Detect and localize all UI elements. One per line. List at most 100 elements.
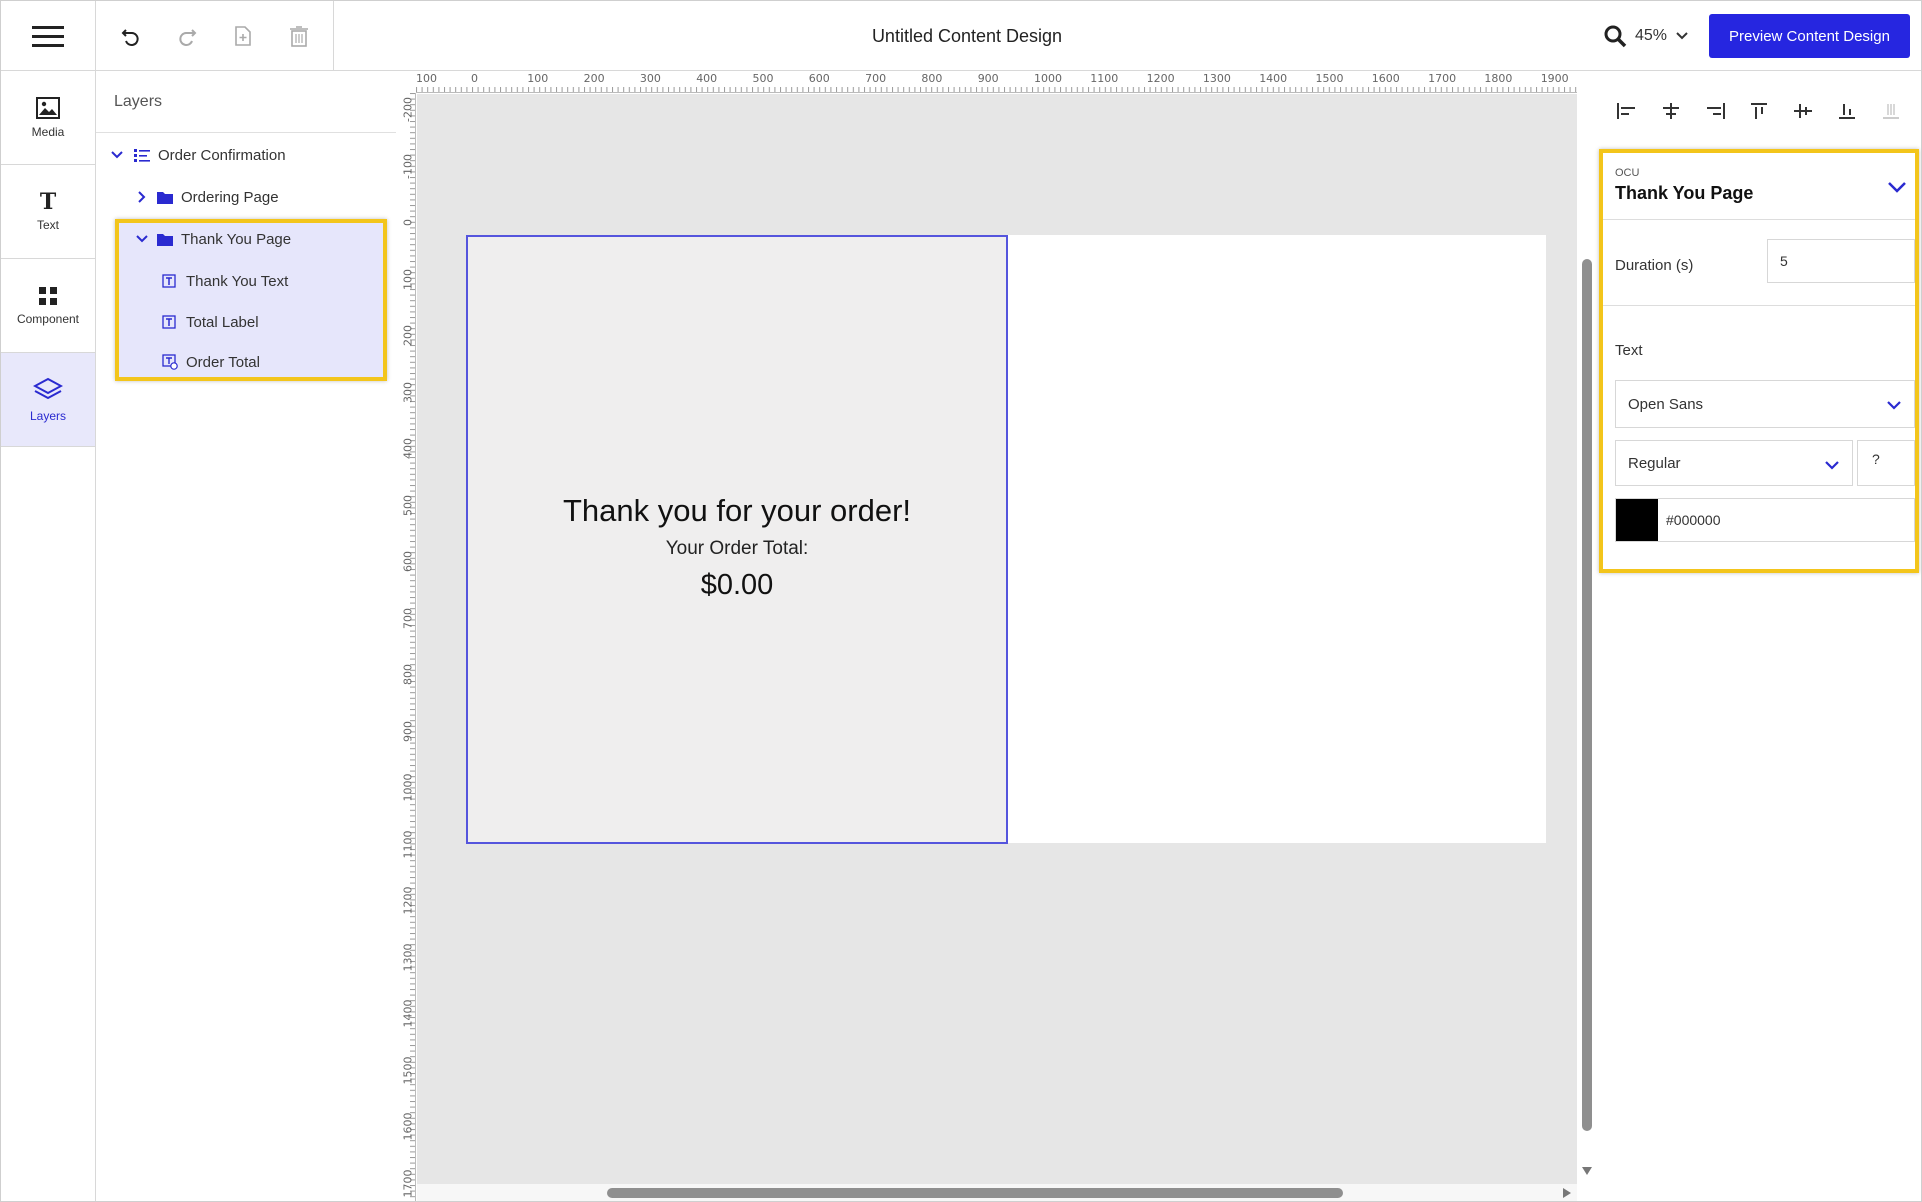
rail-item-layers[interactable]: Layers [1,353,95,447]
align-middle-vertical-icon[interactable] [1791,101,1815,121]
ruler-label: 200 [583,72,605,85]
layer-label: Thank You Text [186,272,289,290]
align-left-icon[interactable] [1615,101,1639,121]
align-bottom-icon[interactable] [1835,101,1859,121]
thank-you-page-frame[interactable]: Thank you for your order! Your Order Tot… [466,235,1008,844]
ruler-label: 1500 [401,1056,415,1084]
ruler-label: 1400 [401,999,415,1028]
layer-row-total-label[interactable]: Total Label [162,305,259,339]
rail-item-component[interactable]: Component [1,259,95,353]
scroll-down-arrow-icon[interactable] [1581,1165,1593,1177]
layer-label: Ordering Page [181,188,279,206]
preview-button[interactable]: Preview Content Design [1709,14,1910,58]
ruler-label: -100 [401,153,415,179]
image-icon [36,96,60,119]
layer-label: Total Label [186,313,259,331]
ruler-label: 1600 [1371,72,1400,85]
zoom-level: 45% [1635,27,1668,44]
chevron-down-icon [1825,461,1839,470]
ruler-label: 0 [401,219,415,226]
ruler-label: 500 [401,494,415,516]
chevron-right-icon [138,191,146,203]
folder-icon [157,191,173,204]
thank-you-text[interactable]: Thank you for your order! [468,493,1006,529]
order-total[interactable]: $0.00 [468,569,1006,602]
font-family-select[interactable]: Open Sans [1615,380,1915,428]
align-top-icon[interactable] [1747,101,1771,121]
layer-row-order-total[interactable]: Order Total [162,345,260,379]
scroll-right-arrow-icon[interactable] [1561,1187,1573,1199]
duration-input[interactable]: 5 [1767,239,1915,283]
duration-label: Duration (s) [1615,257,1694,274]
vertical-scroll-thumb[interactable] [1582,259,1592,1131]
ruler-label: 400 [696,72,718,85]
ruler-label: 300 [639,72,661,85]
layer-label: Order Confirmation [158,146,286,164]
layer-label: Order Total [186,353,260,371]
element-type-label: OCU [1615,167,1640,179]
layer-row-thank-you-text[interactable]: Thank You Text [162,264,288,298]
distribute-icon[interactable] [1879,101,1903,121]
ruler-label: 800 [401,664,415,685]
ruler-label: 1700 [1428,72,1457,85]
align-right-icon[interactable] [1703,101,1727,121]
ruler-label: 1000 [401,773,415,802]
duration-value: 5 [1780,253,1788,269]
main-menu-button[interactable] [1,1,96,71]
color-swatch[interactable] [1616,499,1658,541]
duplicate-button[interactable] [228,21,258,51]
horizontal-scroll-thumb[interactable] [607,1188,1343,1198]
text-layer-icon [162,315,176,329]
ruler-label: 100 [401,268,415,290]
vertical-ruler: -200 -100 0 100 200 300 400 500 600 700 800 900 1000… [396,93,416,1201]
undo-button[interactable] [116,21,146,51]
ruler-label: 700 [401,607,415,629]
ruler-label: 1100 [401,830,415,858]
horizontal-scrollbar[interactable] [417,1184,1577,1201]
font-weight-value: Regular [1628,454,1681,472]
font-size-input[interactable]: ? [1857,440,1915,486]
rail-item-label: Component [16,311,80,326]
rail-item-label: Layers [29,408,67,423]
edit-toolbar [96,1,334,71]
font-family-value: Open Sans [1628,395,1704,413]
color-input[interactable]: #000000 [1615,498,1915,542]
divider [1603,219,1915,220]
layers-title: Layers [96,71,396,133]
vertical-scrollbar[interactable] [1577,71,1599,1201]
undo-icon [121,29,139,46]
ruler-label: 1300 [401,943,415,971]
ruler-label: 700 [865,72,887,85]
chevron-down-icon [1676,32,1688,40]
delete-button[interactable] [284,21,314,51]
list-settings-icon [134,149,150,162]
ruler-label: 1100 [1090,72,1119,85]
properties-box: OCU Thank You Page Duration (s) 5 Text O… [1599,149,1919,573]
color-hex-value: #000000 [1666,512,1721,528]
zoom-control[interactable]: 45% [1603,17,1689,55]
collapse-chevron-icon[interactable] [1887,180,1907,194]
ruler-label: 1200 [401,886,415,915]
ruler-label: 1900 [1540,72,1569,85]
ruler-label: 600 [808,72,830,85]
font-weight-select[interactable]: Regular [1615,440,1853,486]
layer-label: Thank You Page [181,230,292,248]
total-label[interactable]: Your Order Total: [468,538,1006,560]
ruler-label: 1600 [401,1112,415,1141]
ruler-label: 1000 [1034,72,1062,85]
layer-row-thank-you-page[interactable]: Thank You Page [135,222,291,256]
component-grid-icon [39,286,57,305]
align-center-horizontal-icon[interactable] [1659,101,1683,121]
redo-button[interactable] [172,21,202,51]
left-rail: Media T Text Component Layers [1,71,96,1201]
rail-item-text[interactable]: T Text [1,165,95,259]
text-section-label: Text [1615,342,1643,359]
layers-icon [33,377,63,399]
layer-row-order-confirmation[interactable]: Order Confirmation [110,138,286,172]
rail-item-media[interactable]: Media [1,71,95,165]
add-page-icon [235,26,251,46]
ruler-label: 1500 [1315,72,1344,85]
hamburger-icon [32,26,64,47]
layer-row-ordering-page[interactable]: Ordering Page [137,180,279,214]
ruler-label: 1300 [1202,72,1231,85]
